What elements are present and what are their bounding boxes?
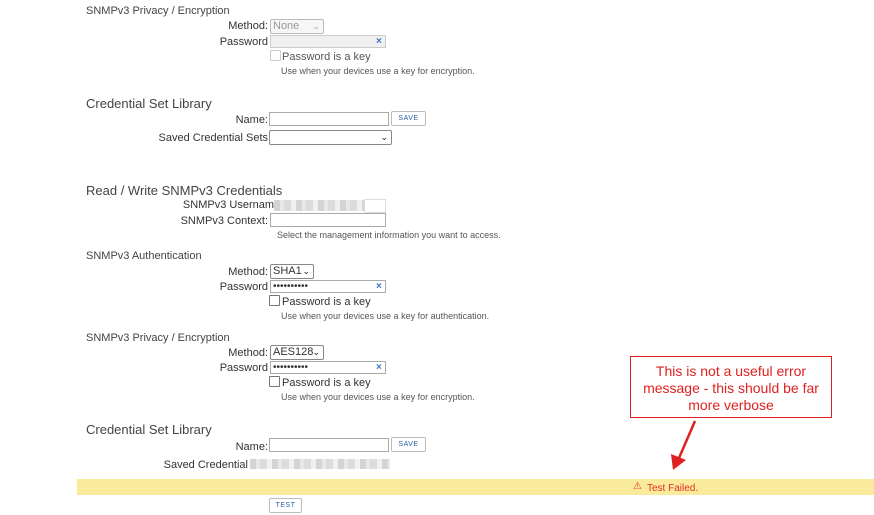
annotation-arrow — [671, 420, 697, 470]
library2-heading: Credential Set Library — [86, 422, 212, 437]
privacy-method-label: Method: — [228, 347, 268, 359]
rw-context-input[interactable] — [270, 213, 386, 227]
warning-icon: ⚠ — [633, 481, 642, 492]
library1-saved-select[interactable]: ⌄ — [269, 130, 392, 145]
clear-icon[interactable]: × — [376, 36, 382, 47]
auth-key-checkbox[interactable] — [269, 295, 280, 306]
test-button[interactable]: TEST — [269, 498, 302, 513]
top-privacy-key-checkbox[interactable] — [270, 50, 281, 61]
error-bar: ⚠ Test Failed. — [77, 479, 874, 495]
clear-icon[interactable]: × — [376, 362, 382, 373]
auth-key-checkbox-label: Password is a key — [282, 296, 371, 308]
privacy-note: Use when your devices use a key for encr… — [281, 392, 475, 402]
rw-context-note: Select the management information you wa… — [277, 230, 501, 240]
privacy-method-select[interactable]: AES128 ⌄ — [270, 345, 324, 360]
privacy-key-checkbox-label: Password is a key — [282, 377, 371, 389]
auth-password-field[interactable]: •••••••••• — [270, 280, 386, 293]
top-privacy-password-label: Password — [219, 36, 268, 48]
top-privacy-password-field[interactable] — [270, 35, 386, 48]
chevron-down-icon: ⌄ — [312, 21, 320, 31]
top-privacy-method-value: None — [273, 20, 300, 32]
library1-name-label: Name: — [235, 114, 268, 126]
redacted-saved-credential — [250, 459, 390, 469]
library2-saved-label: Saved Credential — [163, 459, 248, 471]
library2-name-label: Name: — [235, 441, 268, 453]
library1-save-button[interactable]: SAVE — [391, 111, 426, 126]
rw-username-label: SNMPv3 Usernam — [182, 199, 274, 211]
top-privacy-note: Use when your devices use a key for encr… — [281, 66, 475, 76]
top-privacy-method-select[interactable]: None ⌄ — [270, 19, 324, 34]
privacy-method-value: AES128 — [273, 346, 314, 358]
auth-method-select[interactable]: SHA1 ⌄ — [270, 264, 314, 279]
library2-name-input[interactable] — [269, 438, 389, 452]
library2-save-button[interactable]: SAVE — [391, 437, 426, 452]
redacted-username — [274, 200, 364, 211]
privacy-password-label: Password — [219, 362, 268, 374]
rw-heading: Read / Write SNMPv3 Credentials — [86, 183, 283, 198]
top-privacy-key-checkbox-label: Password is a key — [282, 51, 371, 63]
chevron-down-icon: ⌄ — [380, 132, 388, 142]
clear-icon[interactable]: × — [376, 281, 382, 292]
auth-method-value: SHA1 — [273, 265, 302, 277]
library1-saved-label: Saved Credential Sets — [158, 132, 268, 144]
auth-note: Use when your devices use a key for auth… — [281, 311, 490, 321]
annotation-callout: This is not a useful error message - thi… — [630, 356, 832, 418]
top-privacy-heading: SNMPv3 Privacy / Encryption — [86, 5, 230, 17]
chevron-down-icon: ⌄ — [312, 347, 320, 357]
library1-heading: Credential Set Library — [86, 96, 212, 111]
auth-heading: SNMPv3 Authentication — [86, 250, 202, 262]
rw-context-label: SNMPv3 Context: — [180, 215, 268, 227]
error-message: Test Failed. — [647, 483, 699, 494]
privacy-key-checkbox[interactable] — [269, 376, 280, 387]
auth-method-label: Method: — [228, 266, 268, 278]
privacy-password-field[interactable]: •••••••••• — [270, 361, 386, 374]
privacy-heading: SNMPv3 Privacy / Encryption — [86, 332, 230, 344]
rw-username-input[interactable] — [364, 199, 386, 213]
top-privacy-method-label: Method: — [228, 20, 268, 32]
auth-password-label: Password — [219, 281, 268, 293]
library1-name-input[interactable] — [269, 112, 389, 126]
chevron-down-icon: ⌄ — [302, 266, 310, 276]
